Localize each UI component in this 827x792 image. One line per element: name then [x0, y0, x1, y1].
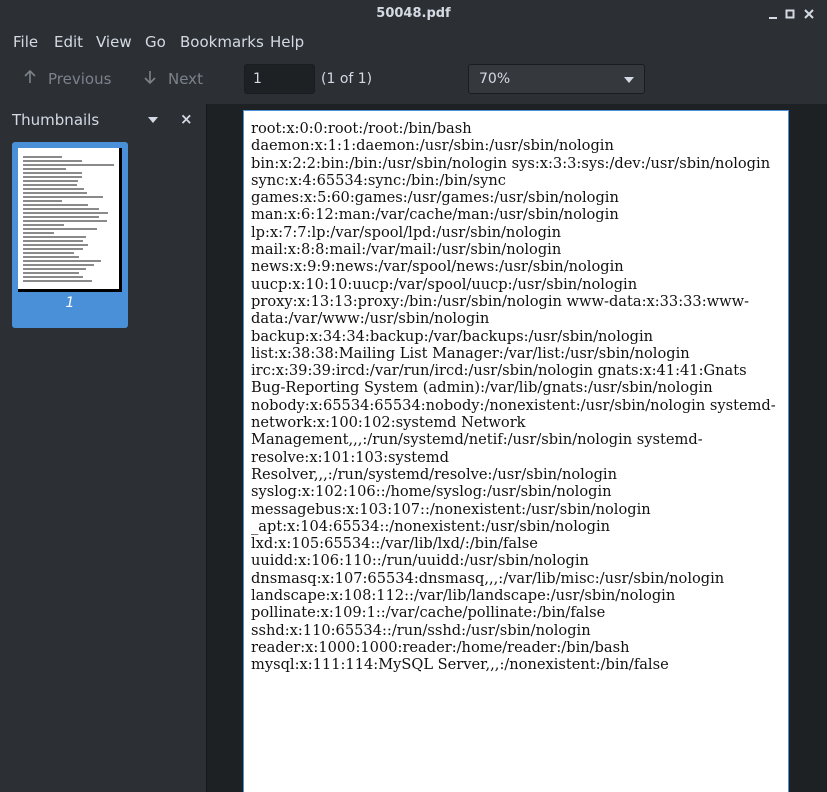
thumbnail-line [23, 220, 107, 222]
menu-bookmarks[interactable]: Bookmarks [180, 33, 264, 51]
thumbnail-line [23, 172, 82, 174]
arrow-up-icon [20, 69, 40, 88]
window-title: 50048.pdf [376, 6, 451, 21]
thumbnail-line [23, 224, 65, 226]
thumbnail-line [23, 168, 66, 170]
menu-help[interactable]: Help [270, 33, 304, 51]
thumbnail-line [23, 252, 75, 254]
thumbnail-line [23, 232, 55, 234]
thumbnail-text-lines [23, 156, 115, 284]
thumbnail-line [23, 272, 80, 274]
page-count-label: (1 of 1) [321, 71, 373, 87]
page-thumbnail[interactable]: 1 [12, 142, 128, 328]
previous-label: Previous [48, 70, 112, 88]
thumbnail-line [23, 248, 83, 250]
sidebar-title: Thumbnails [12, 111, 100, 129]
chevron-down-icon [624, 77, 634, 83]
title-bar: 50048.pdf [0, 0, 827, 28]
sidebar-close-icon[interactable]: × [180, 110, 193, 128]
thumbnail-line [23, 196, 103, 198]
thumbnail-line [23, 180, 78, 182]
minimize-icon[interactable] [765, 6, 781, 22]
thumbnail-line [23, 176, 82, 178]
sidebar: Thumbnails × 1 [0, 104, 206, 792]
previous-button[interactable]: Previous [20, 69, 112, 88]
menu-go[interactable]: Go [145, 33, 166, 51]
zoom-select[interactable]: 70% [468, 64, 645, 94]
thumbnail-preview [18, 148, 122, 292]
menu-bar: File Edit View Go Bookmarks Help [0, 28, 827, 56]
thumbnail-line [23, 160, 82, 162]
thumbnail-line [23, 212, 108, 214]
thumbnail-line [23, 228, 97, 230]
next-button[interactable]: Next [140, 70, 203, 88]
document-text: root:x:0:0:root:/root:/bin/bash daemon:x… [251, 120, 776, 674]
toolbar: Previous Next (1 of 1) 70% [0, 56, 827, 104]
document-page: root:x:0:0:root:/root:/bin/bash daemon:x… [243, 110, 789, 792]
sidebar-header: Thumbnails × [0, 104, 206, 136]
thumbnail-line [23, 200, 62, 202]
zoom-value: 70% [479, 71, 511, 87]
arrow-down-icon [140, 70, 160, 88]
menu-edit[interactable]: Edit [54, 33, 83, 51]
thumbnail-line [23, 208, 100, 210]
next-label: Next [168, 70, 203, 88]
close-icon[interactable] [801, 6, 817, 22]
thumbnail-line [23, 244, 88, 246]
thumbnail-line [23, 204, 88, 206]
thumbnail-line [23, 188, 85, 190]
sidebar-dropdown-icon[interactable] [148, 117, 158, 123]
thumbnail-line [23, 164, 115, 166]
thumbnail-line [23, 260, 101, 262]
thumbnail-page-number: 1 [65, 295, 75, 311]
thumbnail-line [23, 236, 86, 238]
menu-view[interactable]: View [96, 33, 132, 51]
thumbnail-line [23, 192, 87, 194]
thumbnail-line [23, 268, 86, 270]
thumbnail-line [23, 256, 80, 258]
thumbnail-line [23, 240, 83, 242]
thumbnail-line [23, 280, 92, 282]
thumbnail-line [23, 264, 95, 266]
page-number-input[interactable] [244, 64, 315, 94]
thumbnail-line [23, 276, 83, 278]
thumbnail-line [23, 156, 62, 158]
document-viewer[interactable]: root:x:0:0:root:/root:/bin/bash daemon:x… [207, 104, 827, 792]
thumbnail-line [23, 216, 100, 218]
thumbnail-line [23, 184, 77, 186]
menu-file[interactable]: File [13, 33, 38, 51]
maximize-icon[interactable] [782, 6, 798, 22]
